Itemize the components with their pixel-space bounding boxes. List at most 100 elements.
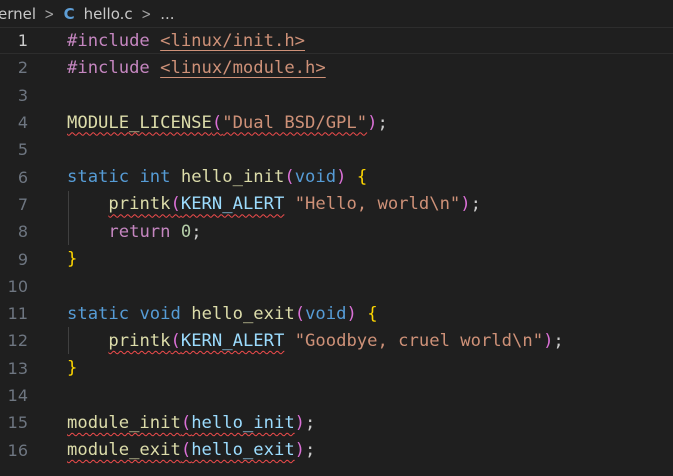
code-text[interactable]: printk(KERN_ALERT "Hello, world\n"); (67, 194, 481, 214)
code-token: module_exit (67, 440, 181, 461)
code-editor[interactable]: ernel > C hello.c > ... 1 #include <linux… (0, 0, 673, 476)
code-token: ) (460, 194, 471, 215)
line-number: 9 (17, 249, 28, 269)
code-token: <linux/module.h> (160, 57, 326, 78)
line-number: 14 (7, 386, 28, 406)
code-token: hello_init (191, 412, 295, 433)
code-token: ( (211, 112, 223, 133)
line-number: 10 (7, 276, 28, 296)
code-line[interactable]: 5 (0, 136, 673, 163)
code-line[interactable]: 8 return 0; (0, 218, 673, 245)
code-token: "Hello, world\n" (294, 194, 461, 215)
code-token: ) (294, 412, 306, 433)
breadcrumb: ernel > C hello.c > ... (0, 0, 673, 27)
code-token: printk (108, 330, 171, 351)
code-token: ; (553, 330, 564, 351)
code-text[interactable]: return 0; (67, 221, 202, 242)
code-token: MODULE_LICENSE (67, 112, 212, 133)
breadcrumb-file[interactable]: hello.c (84, 5, 133, 23)
code-token: { (356, 167, 368, 188)
code-token: ; (305, 440, 316, 461)
code-token: ; (470, 194, 481, 215)
breadcrumb-folder[interactable]: ernel (0, 5, 36, 23)
code-token: KERN_ALERT (180, 194, 285, 215)
line-number: 12 (7, 331, 28, 351)
breadcrumb-symbols[interactable]: ... (160, 5, 174, 23)
code-line[interactable]: 3 (0, 82, 673, 109)
code-token: void (305, 303, 347, 324)
code-token: ( (294, 303, 306, 324)
code-token: ) (346, 303, 357, 324)
code-line[interactable]: 7 printk(KERN_ALERT "Hello, world\n"); (0, 191, 673, 218)
line-number: 7 (17, 194, 28, 214)
code-token: ( (180, 412, 192, 433)
code-token: void (294, 167, 337, 188)
code-line[interactable]: 4 MODULE_LICENSE("Dual BSD/GPL"); (0, 109, 673, 136)
code-line[interactable]: 9} (0, 245, 673, 272)
c-file-icon: C (63, 4, 75, 23)
code-token: ; (377, 112, 388, 133)
line-number: 16 (7, 440, 28, 460)
line-number: 8 (17, 222, 28, 242)
code-line[interactable]: 6 static int hello_init(void) { (0, 164, 673, 191)
code-line[interactable]: 1 #include <linux/init.h> (0, 27, 673, 55)
line-number: 15 (7, 413, 28, 433)
code-text[interactable]: static int hello_init(void) { (67, 167, 367, 187)
code-token: 0 (180, 221, 192, 242)
code-area[interactable]: 1 #include <linux/init.h> 2 #include <linux… (0, 27, 673, 476)
code-token: ) (294, 440, 306, 461)
code-token: "Dual BSD/GPL" (222, 112, 368, 133)
line-number: 13 (7, 358, 28, 378)
code-token: ) (543, 330, 554, 351)
code-text[interactable]: #include <linux/module.h> (67, 58, 326, 78)
code-line[interactable]: 13} (0, 355, 673, 382)
code-line[interactable]: 16 module_exit(hello_exit); (0, 437, 673, 464)
code-token: ( (170, 194, 181, 215)
code-token: ; (191, 221, 202, 242)
line-number: 11 (7, 304, 28, 324)
code-token: int (139, 167, 171, 188)
code-text[interactable]: } (67, 358, 77, 378)
code-line[interactable]: 15 module_init(hello_init); (0, 409, 673, 436)
code-token: void (139, 303, 181, 324)
code-token: "Goodbye, cruel world\n" (294, 330, 544, 351)
code-token: ) (367, 112, 378, 133)
code-token: #include (67, 57, 161, 78)
chevron-right-icon: > (44, 4, 55, 23)
code-text[interactable]: } (67, 249, 77, 269)
code-token: module_init (67, 412, 181, 433)
code-text[interactable]: #include <linux/init.h> (67, 31, 305, 51)
code-token: hello_init (180, 167, 285, 188)
code-token: static (67, 167, 130, 188)
code-token: return (108, 221, 171, 242)
code-token: ; (305, 412, 316, 433)
code-token: static (67, 303, 130, 324)
code-text[interactable]: static void hello_exit(void) { (67, 304, 378, 324)
line-number: 5 (17, 140, 28, 160)
code-text[interactable]: MODULE_LICENSE("Dual BSD/GPL"); (67, 113, 388, 133)
code-text[interactable]: module_exit(hello_exit); (67, 440, 315, 460)
code-line[interactable]: 14 (0, 382, 673, 409)
code-line[interactable]: 10 (0, 273, 673, 300)
code-text[interactable]: module_init(hello_init); (67, 413, 315, 433)
line-number: 6 (17, 167, 28, 187)
code-text[interactable]: printk(KERN_ALERT "Goodbye, cruel world\… (67, 330, 564, 351)
code-line[interactable]: 11 static void hello_exit(void) { (0, 300, 673, 327)
code-line[interactable]: 2 #include <linux/module.h> (0, 54, 673, 81)
code-token: #include (67, 30, 161, 51)
code-token: hello_exit (191, 440, 295, 461)
line-number: 3 (17, 85, 28, 105)
code-token: ( (170, 330, 181, 351)
code-line[interactable]: 12 printk(KERN_ALERT "Goodbye, cruel wor… (0, 327, 673, 354)
